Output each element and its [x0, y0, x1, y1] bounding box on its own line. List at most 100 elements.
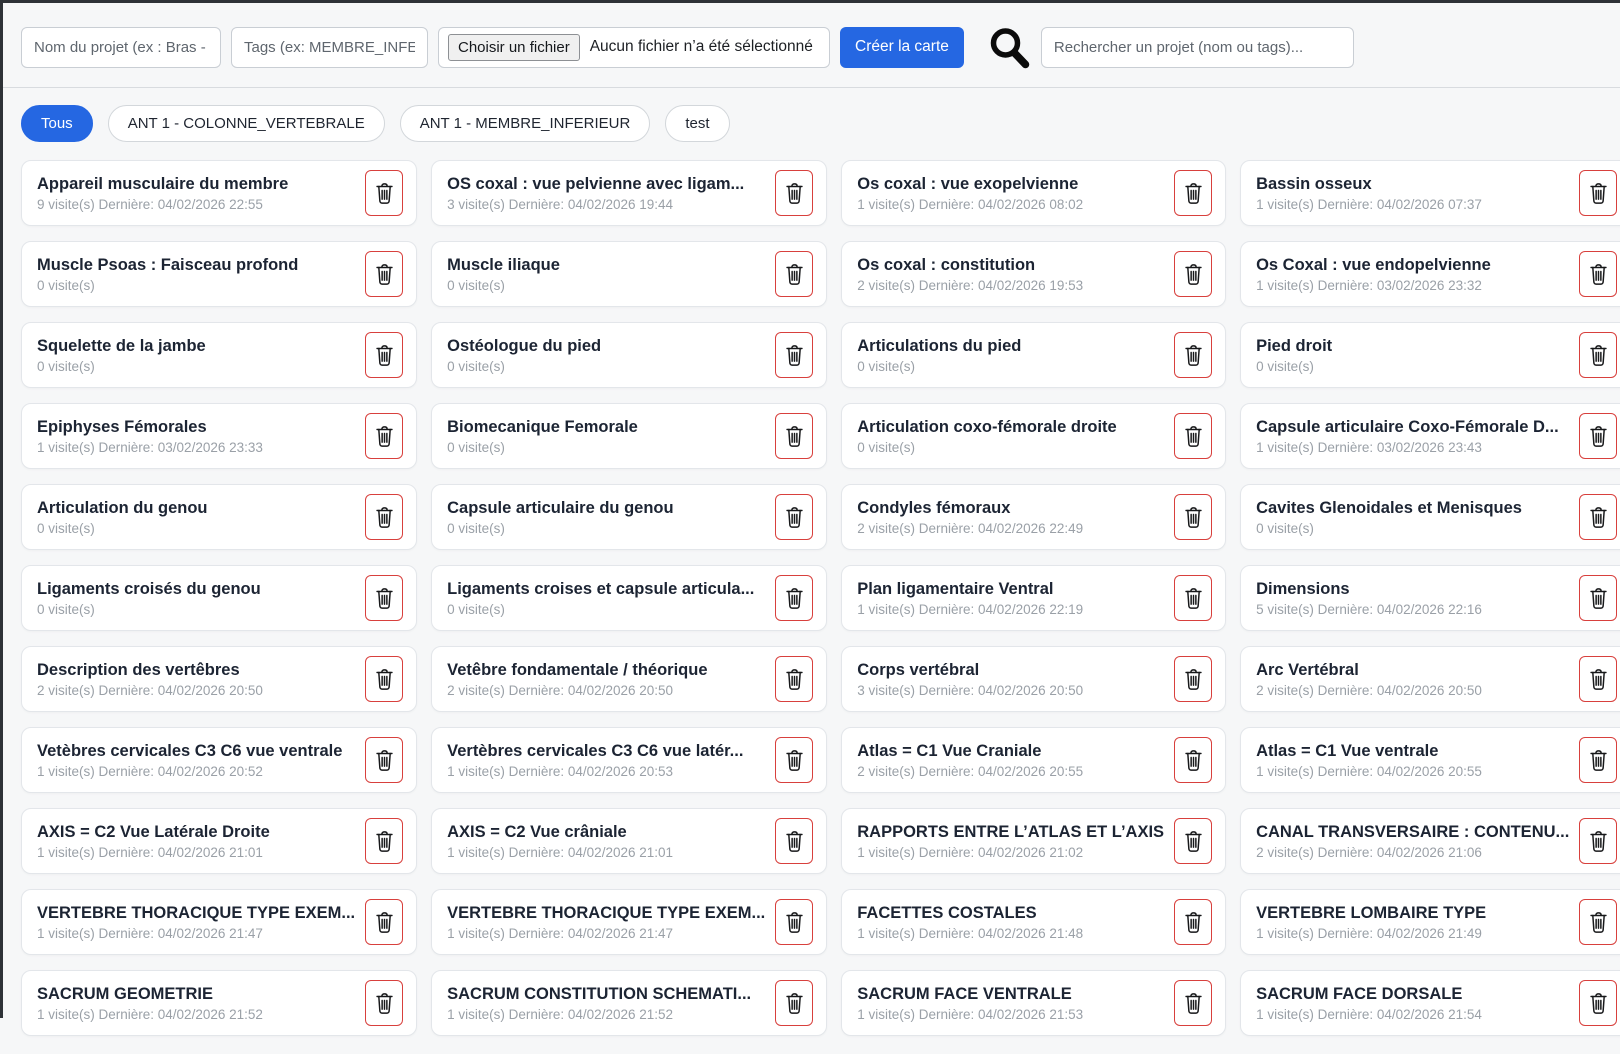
filter-pill[interactable]: test: [665, 105, 729, 142]
project-card[interactable]: SACRUM FACE DORSALE 1 visite(s) Dernière…: [1240, 970, 1620, 1036]
filter-pill[interactable]: Tous: [21, 105, 93, 142]
filter-pill[interactable]: ANT 1 - MEMBRE_INFERIEUR: [400, 105, 651, 142]
delete-button[interactable]: [1579, 170, 1617, 216]
delete-button[interactable]: [365, 332, 403, 378]
delete-button[interactable]: [775, 980, 813, 1026]
delete-button[interactable]: [1174, 899, 1212, 945]
delete-button[interactable]: [1174, 332, 1212, 378]
delete-button[interactable]: [775, 251, 813, 297]
delete-button[interactable]: [1579, 332, 1617, 378]
project-card[interactable]: Vertèbres cervicales C3 C6 vue latér... …: [431, 727, 827, 793]
delete-button[interactable]: [1579, 737, 1617, 783]
project-card[interactable]: Arc Vertébral 2 visite(s) Dernière: 04/0…: [1240, 646, 1620, 712]
project-card[interactable]: Vetêbre fondamentale / théorique 2 visit…: [431, 646, 827, 712]
project-card[interactable]: AXIS = C2 Vue crâniale 1 visite(s) Derni…: [431, 808, 827, 874]
delete-button[interactable]: [1174, 413, 1212, 459]
choose-file-button[interactable]: Choisir un fichier: [448, 34, 580, 61]
delete-button[interactable]: [365, 575, 403, 621]
project-card[interactable]: VERTEBRE THORACIQUE TYPE EXEM... 1 visit…: [431, 889, 827, 955]
project-name-input[interactable]: [21, 27, 221, 68]
project-card[interactable]: Articulation du genou 0 visite(s): [21, 484, 417, 550]
delete-button[interactable]: [365, 818, 403, 864]
project-card[interactable]: Muscle Psoas : Faisceau profond 0 visite…: [21, 241, 417, 307]
delete-button[interactable]: [1174, 170, 1212, 216]
project-card[interactable]: Muscle iliaque 0 visite(s): [431, 241, 827, 307]
project-card[interactable]: SACRUM FACE VENTRALE 1 visite(s) Dernièr…: [841, 970, 1226, 1036]
delete-button[interactable]: [1579, 413, 1617, 459]
project-card[interactable]: Capsule articulaire Coxo-Fémorale D... 1…: [1240, 403, 1620, 469]
delete-button[interactable]: [1579, 980, 1617, 1026]
delete-button[interactable]: [775, 737, 813, 783]
delete-button[interactable]: [1174, 818, 1212, 864]
project-card[interactable]: VERTEBRE LOMBAIRE TYPE 1 visite(s) Derni…: [1240, 889, 1620, 955]
project-card[interactable]: SACRUM GEOMETRIE 1 visite(s) Dernière: 0…: [21, 970, 417, 1036]
delete-button[interactable]: [775, 413, 813, 459]
project-card[interactable]: Atlas = C1 Vue ventrale 1 visite(s) Dern…: [1240, 727, 1620, 793]
delete-button[interactable]: [1174, 737, 1212, 783]
delete-button[interactable]: [1579, 899, 1617, 945]
delete-button[interactable]: [365, 170, 403, 216]
project-card[interactable]: Pied droit 0 visite(s): [1240, 322, 1620, 388]
delete-button[interactable]: [775, 494, 813, 540]
project-card[interactable]: Plan ligamentaire Ventral 1 visite(s) De…: [841, 565, 1226, 631]
project-card[interactable]: Squelette de la jambe 0 visite(s): [21, 322, 417, 388]
project-card[interactable]: Condyles fémoraux 2 visite(s) Dernière: …: [841, 484, 1226, 550]
project-card[interactable]: Articulation coxo-fémorale droite 0 visi…: [841, 403, 1226, 469]
project-card[interactable]: Ostéologue du pied 0 visite(s): [431, 322, 827, 388]
project-card[interactable]: VERTEBRE THORACIQUE TYPE EXEM... 1 visit…: [21, 889, 417, 955]
project-card[interactable]: Articulations du pied 0 visite(s): [841, 322, 1226, 388]
project-card[interactable]: Ligaments croisés du genou 0 visite(s): [21, 565, 417, 631]
project-card[interactable]: OS coxal : vue pelvienne avec ligam... 3…: [431, 160, 827, 226]
delete-button[interactable]: [1579, 818, 1617, 864]
delete-button[interactable]: [365, 494, 403, 540]
filter-pill[interactable]: ANT 1 - COLONNE_VERTEBRALE: [108, 105, 385, 142]
delete-button[interactable]: [1579, 494, 1617, 540]
delete-button[interactable]: [365, 251, 403, 297]
create-card-button[interactable]: Créer la carte: [840, 27, 964, 68]
search-input[interactable]: [1041, 27, 1354, 68]
delete-button[interactable]: [1174, 980, 1212, 1026]
delete-button[interactable]: [365, 737, 403, 783]
project-card[interactable]: Os Coxal : vue endopelvienne 1 visite(s)…: [1240, 241, 1620, 307]
project-card[interactable]: Capsule articulaire du genou 0 visite(s): [431, 484, 827, 550]
project-card[interactable]: Dimensions 5 visite(s) Dernière: 04/02/2…: [1240, 565, 1620, 631]
delete-button[interactable]: [1174, 251, 1212, 297]
delete-button[interactable]: [365, 980, 403, 1026]
card-meta: 1 visite(s) Dernière: 04/02/2026 21:48: [857, 926, 1083, 941]
project-card[interactable]: Vetèbres cervicales C3 C6 vue ventrale 1…: [21, 727, 417, 793]
delete-button[interactable]: [1174, 656, 1212, 702]
project-card[interactable]: Epiphyses Fémorales 1 visite(s) Dernière…: [21, 403, 417, 469]
project-card[interactable]: Appareil musculaire du membre 9 visite(s…: [21, 160, 417, 226]
project-card[interactable]: Cavites Glenoidales et Menisques 0 visit…: [1240, 484, 1620, 550]
project-card[interactable]: CANAL TRANSVERSAIRE : CONTENU... 2 visit…: [1240, 808, 1620, 874]
project-card[interactable]: Ligaments croises et capsule articula...…: [431, 565, 827, 631]
delete-button[interactable]: [775, 656, 813, 702]
delete-button[interactable]: [365, 899, 403, 945]
project-card[interactable]: Corps vertébral 3 visite(s) Dernière: 04…: [841, 646, 1226, 712]
tags-input[interactable]: [231, 27, 428, 68]
delete-button[interactable]: [775, 170, 813, 216]
project-card[interactable]: Description des vertêbres 2 visite(s) De…: [21, 646, 417, 712]
project-card[interactable]: Atlas = C1 Vue Craniale 2 visite(s) Dern…: [841, 727, 1226, 793]
delete-button[interactable]: [1579, 251, 1617, 297]
file-picker[interactable]: Choisir un fichier Aucun fichier n’a été…: [438, 27, 830, 68]
project-card[interactable]: FACETTES COSTALES 1 visite(s) Dernière: …: [841, 889, 1226, 955]
delete-button[interactable]: [775, 332, 813, 378]
project-card[interactable]: AXIS = C2 Vue Latérale Droite 1 visite(s…: [21, 808, 417, 874]
delete-button[interactable]: [775, 575, 813, 621]
project-card[interactable]: RAPPORTS ENTRE L’ATLAS ET L’AXIS 1 visit…: [841, 808, 1226, 874]
delete-button[interactable]: [1579, 656, 1617, 702]
delete-button[interactable]: [775, 818, 813, 864]
delete-button[interactable]: [365, 413, 403, 459]
delete-button[interactable]: [1174, 494, 1212, 540]
delete-button[interactable]: [1579, 575, 1617, 621]
project-card[interactable]: Bassin osseux 1 visite(s) Dernière: 04/0…: [1240, 160, 1620, 226]
delete-button[interactable]: [365, 656, 403, 702]
project-card[interactable]: Biomecanique Femorale 0 visite(s): [431, 403, 827, 469]
delete-button[interactable]: [1174, 575, 1212, 621]
project-card[interactable]: SACRUM CONSTITUTION SCHEMATI... 1 visite…: [431, 970, 827, 1036]
card-text: Ostéologue du pied 0 visite(s): [447, 336, 601, 375]
project-card[interactable]: Os coxal : constitution 2 visite(s) Dern…: [841, 241, 1226, 307]
project-card[interactable]: Os coxal : vue exopelvienne 1 visite(s) …: [841, 160, 1226, 226]
delete-button[interactable]: [775, 899, 813, 945]
